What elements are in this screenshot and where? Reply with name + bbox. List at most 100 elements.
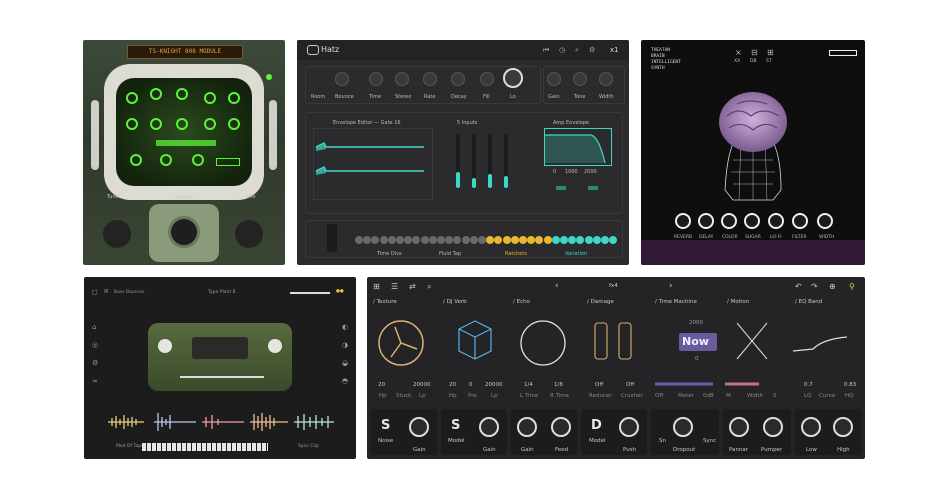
amp-envelope-curve: [545, 134, 606, 164]
crt-knob[interactable]: [150, 118, 162, 130]
param-sublabel: S: [773, 393, 777, 399]
sequencer-step[interactable]: [519, 236, 527, 244]
input-fader[interactable]: [472, 134, 476, 188]
sequencer-step[interactable]: [469, 236, 478, 244]
lo-knob[interactable]: [503, 68, 523, 88]
feed-knob[interactable]: [551, 417, 571, 437]
tune-knob[interactable]: [103, 220, 131, 248]
pumper-knob[interactable]: [763, 417, 783, 437]
power-icon[interactable]: ●●: [336, 289, 344, 294]
output-slider[interactable]: [290, 292, 330, 294]
sequencer-step[interactable]: [551, 236, 560, 244]
crt-knob[interactable]: [228, 92, 240, 104]
low-knob[interactable]: [801, 417, 821, 437]
color-knob[interactable]: [721, 213, 737, 229]
sequencer-step[interactable]: [396, 236, 404, 244]
skip-icon[interactable]: ⏮: [543, 46, 549, 55]
filter-value: 1000: [565, 169, 578, 175]
crt-toggle[interactable]: [216, 158, 240, 166]
tape-left-knob[interactable]: [158, 339, 172, 353]
filter-toggle[interactable]: [556, 186, 566, 190]
sequencer-step[interactable]: [543, 236, 552, 244]
sugar-knob[interactable]: [744, 213, 760, 229]
gear-icon[interactable]: ⚙: [589, 46, 595, 54]
volume-knob[interactable]: [168, 216, 200, 248]
high-knob[interactable]: [833, 417, 853, 437]
preset-selector[interactable]: x1: [610, 46, 619, 54]
sequencer-step[interactable]: [437, 236, 445, 244]
sequencer-step[interactable]: [502, 236, 511, 244]
sequencer-step[interactable]: [355, 236, 363, 244]
home-icon[interactable]: ⌂: [92, 323, 96, 331]
delay-knob[interactable]: [698, 213, 714, 229]
gain-knob[interactable]: [409, 417, 429, 437]
sequencer-step[interactable]: [592, 236, 601, 244]
envelope-editor[interactable]: [313, 128, 433, 200]
crt-knob[interactable]: [192, 154, 204, 166]
push-knob[interactable]: [619, 417, 639, 437]
decay-knob[interactable]: [451, 72, 465, 86]
history-icon[interactable]: ◷: [559, 46, 565, 54]
dropout-knob[interactable]: [673, 417, 693, 437]
crt-knob[interactable]: [126, 118, 138, 130]
preset-name[interactable]: Bass Bouncer: [114, 290, 145, 295]
sequencer-slider[interactable]: [327, 224, 337, 252]
crt-knob[interactable]: [176, 88, 188, 100]
settings-icon[interactable]: ⚙: [92, 359, 98, 367]
tone-knob[interactable]: [573, 72, 587, 86]
sequencer-step[interactable]: [461, 236, 470, 244]
gain-knob[interactable]: [517, 417, 537, 437]
crt-knob[interactable]: [150, 88, 162, 100]
side-icon[interactable]: ◐: [342, 323, 348, 331]
reverb-knob[interactable]: [675, 213, 691, 229]
sequencer-step[interactable]: [601, 236, 609, 244]
wave-icon[interactable]: ≈: [92, 377, 98, 385]
sequencer-step[interactable]: [387, 236, 396, 244]
sequencer-step[interactable]: [584, 236, 593, 244]
gain-knob[interactable]: [547, 72, 561, 86]
input-fader[interactable]: [456, 134, 460, 188]
input-fader[interactable]: [488, 134, 492, 188]
crt-knob[interactable]: [204, 92, 216, 104]
hatz-logo: Hatz: [321, 45, 340, 54]
width-knob[interactable]: [599, 72, 613, 86]
crt-knob[interactable]: [228, 118, 240, 130]
menu-icon[interactable]: ◻: [92, 288, 98, 296]
search-icon[interactable]: ⌕: [575, 46, 579, 55]
save-icon[interactable]: ▤: [104, 289, 108, 294]
crt-knob[interactable]: [126, 92, 138, 104]
input-fader[interactable]: [504, 134, 508, 188]
crt-knob[interactable]: [160, 154, 172, 166]
reel-icon[interactable]: ◎: [92, 341, 98, 349]
side-icon[interactable]: ◒: [342, 359, 348, 367]
sequencer-step[interactable]: [420, 236, 429, 244]
fill-knob[interactable]: [480, 72, 494, 86]
sequencer-step[interactable]: [478, 236, 486, 244]
crt-knob[interactable]: [130, 154, 142, 166]
param-sublabel: Off: [655, 393, 664, 399]
side-icon[interactable]: ◓: [342, 377, 348, 385]
piano-keyboard[interactable]: [142, 443, 268, 451]
gain-knob[interactable]: [479, 417, 499, 437]
time-knob[interactable]: [369, 72, 383, 86]
side-icon[interactable]: ◑: [342, 341, 348, 349]
crt-knob[interactable]: [176, 118, 188, 130]
sequencer-step[interactable]: [428, 236, 437, 244]
stereo-knob[interactable]: [395, 72, 409, 86]
mix-knob[interactable]: [235, 220, 263, 248]
sequencer-step[interactable]: [510, 236, 519, 244]
sequencer-step[interactable]: [560, 236, 568, 244]
tape-right-knob[interactable]: [268, 339, 282, 353]
amp-envelope-graph[interactable]: [544, 128, 612, 166]
sequencer-step[interactable]: [379, 236, 388, 244]
filter-knob[interactable]: [792, 213, 808, 229]
rate-knob[interactable]: [423, 72, 437, 86]
width-knob[interactable]: [817, 213, 833, 229]
tape-position-slider[interactable]: [180, 376, 264, 378]
pannar-knob[interactable]: [729, 417, 749, 437]
crt-knob[interactable]: [204, 118, 216, 130]
power-led-icon: [266, 74, 272, 80]
lofi-knob[interactable]: [768, 213, 784, 229]
filter-toggle[interactable]: [588, 186, 598, 190]
room-knob[interactable]: [335, 72, 349, 86]
